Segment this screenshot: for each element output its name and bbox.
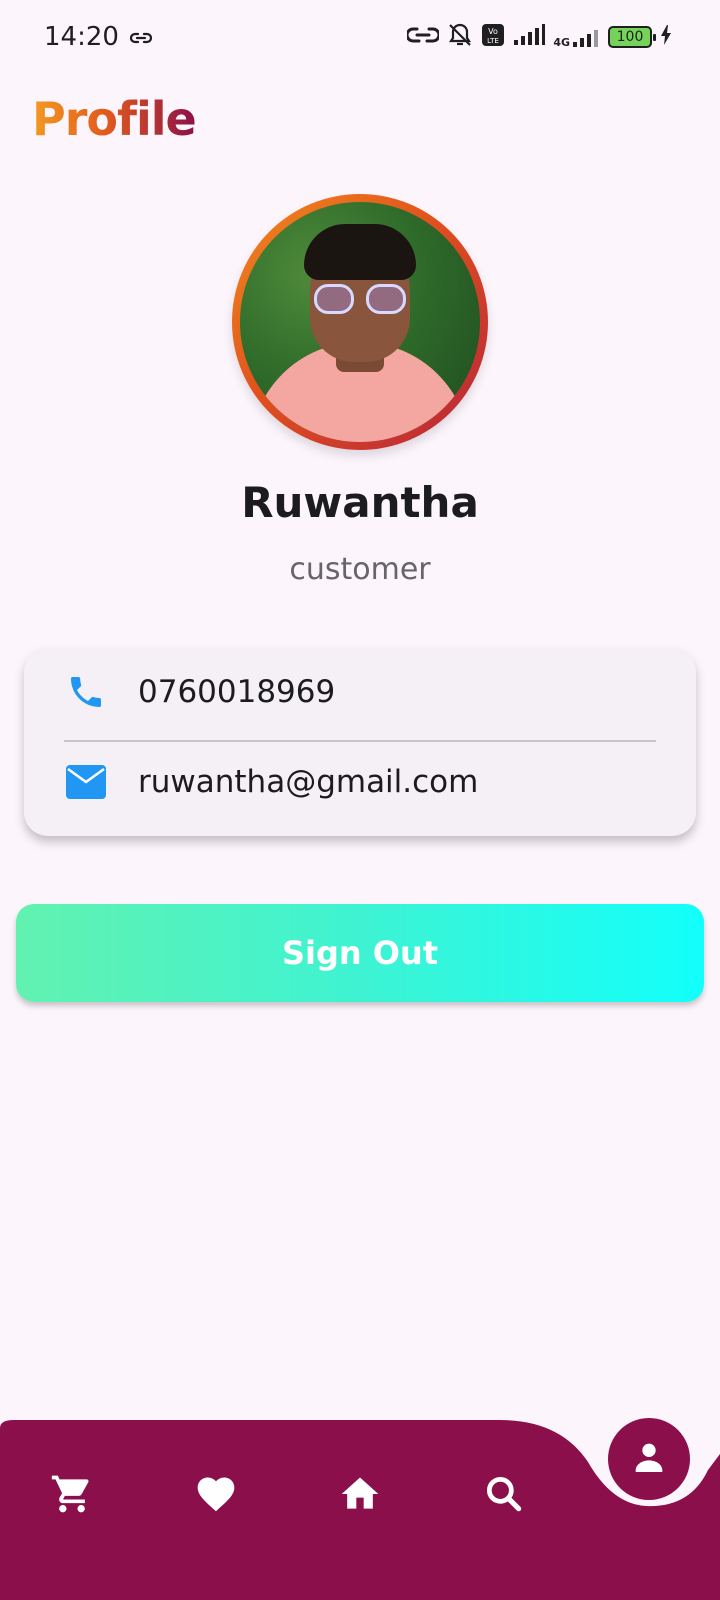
battery-indicator: 100 xyxy=(608,26,656,48)
charging-icon xyxy=(660,25,672,49)
signal-icon xyxy=(513,24,546,50)
avatar[interactable] xyxy=(240,202,480,442)
avatar-glasses-right xyxy=(366,284,406,314)
nav-cart[interactable] xyxy=(40,1464,104,1528)
phone-icon xyxy=(64,670,108,714)
avatar-ring xyxy=(232,194,488,450)
svg-text:LTE: LTE xyxy=(487,37,499,45)
contact-card: 0760018969 ruwantha@gmail.com xyxy=(24,648,696,836)
search-icon xyxy=(482,1472,526,1520)
email-row[interactable]: ruwantha@gmail.com xyxy=(64,742,656,822)
nav-home[interactable] xyxy=(328,1464,392,1528)
bottom-nav xyxy=(0,1418,720,1600)
avatar-glasses-left xyxy=(314,284,354,314)
signal-4g-icon: 4G xyxy=(553,26,600,48)
email-icon xyxy=(64,760,108,804)
cart-icon xyxy=(50,1472,94,1520)
email-address: ruwantha@gmail.com xyxy=(138,764,479,800)
sign-out-button[interactable]: Sign Out xyxy=(16,904,704,1002)
home-icon xyxy=(338,1472,382,1520)
network-label: 4G xyxy=(553,36,570,49)
status-icons: Vo LTE 4G 100 xyxy=(405,22,672,52)
heart-icon xyxy=(194,1472,238,1520)
person-icon xyxy=(629,1437,669,1481)
volte-icon: Vo LTE xyxy=(481,23,505,51)
phone-number: 0760018969 xyxy=(138,674,336,710)
profile-name: Ruwantha xyxy=(241,478,479,527)
profile-role: customer xyxy=(289,552,431,587)
link-icon xyxy=(129,30,153,49)
avatar-hair xyxy=(304,224,416,280)
bell-off-icon xyxy=(447,22,473,52)
status-time: 14:20 xyxy=(44,22,119,52)
hotspot-icon xyxy=(405,23,441,51)
phone-row[interactable]: 0760018969 xyxy=(64,652,656,732)
nav-favorites[interactable] xyxy=(184,1464,248,1528)
nav-profile[interactable] xyxy=(608,1418,690,1500)
nav-search[interactable] xyxy=(472,1464,536,1528)
status-bar: 14:20 Vo LTE 4G 100 xyxy=(0,0,720,78)
svg-text:Vo: Vo xyxy=(488,27,498,36)
page-title: Profile xyxy=(32,92,197,146)
